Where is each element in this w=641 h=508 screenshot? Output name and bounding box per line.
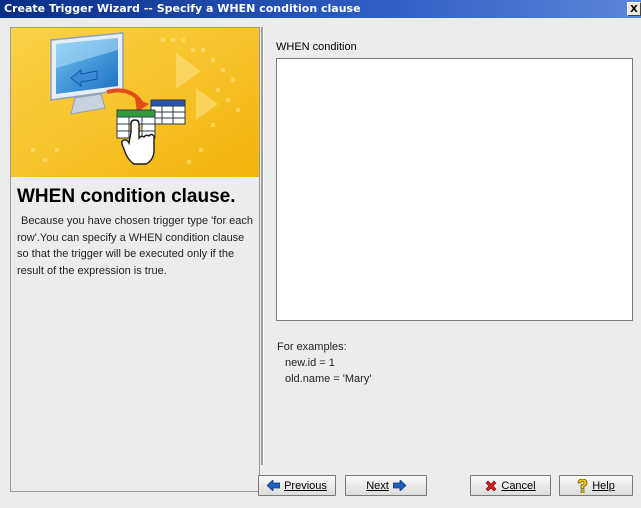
examples-heading: For examples:: [277, 341, 347, 353]
when-condition-label: WHEN condition: [276, 41, 357, 53]
wizard-banner-image: [11, 28, 259, 177]
next-button[interactable]: Next: [345, 475, 427, 496]
example-line: old.name = 'Mary': [285, 373, 372, 385]
cancel-button[interactable]: Cancel: [470, 475, 551, 496]
window-title: Create Trigger Wizard -- Specify a WHEN …: [4, 2, 361, 15]
step-heading: WHEN condition clause.: [17, 186, 236, 207]
examples-block: For examples: new.id = 1 old.name = 'Mar…: [277, 339, 371, 387]
help-button[interactable]: Help: [559, 475, 633, 496]
arrow-left-icon: [267, 480, 281, 491]
previous-button[interactable]: Previous: [258, 475, 336, 496]
step-description: Because you have chosen trigger type 'fo…: [17, 215, 254, 277]
arrow-right-icon: [392, 480, 406, 491]
help-icon: [577, 478, 588, 493]
trigger-illustration: [11, 28, 259, 177]
when-condition-input[interactable]: [276, 58, 633, 321]
previous-label: Previous: [284, 479, 327, 492]
cancel-label: Cancel: [501, 479, 536, 492]
close-button[interactable]: X: [627, 2, 641, 16]
panel-divider: [261, 27, 264, 465]
wizard-info-panel: WHEN condition clause. Because you have …: [10, 27, 260, 492]
example-line: new.id = 1: [285, 357, 335, 369]
cross-icon: [485, 480, 497, 492]
help-label: Help: [592, 479, 615, 492]
next-label: Next: [366, 479, 389, 492]
title-bar: Create Trigger Wizard -- Specify a WHEN …: [0, 0, 641, 18]
